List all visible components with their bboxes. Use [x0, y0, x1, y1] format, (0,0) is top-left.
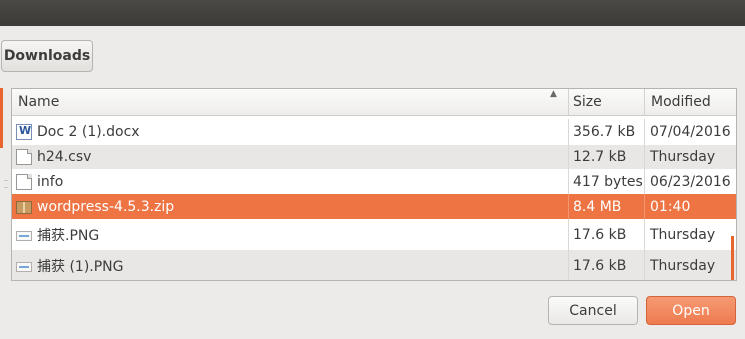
file-size: 8.4 MB — [568, 194, 644, 219]
sort-ascending-icon: ▲ — [550, 89, 557, 99]
file-size: 17.6 kB — [568, 250, 644, 280]
column-header-name[interactable]: Name — [12, 89, 568, 115]
image-file-icon — [16, 261, 32, 272]
file-row[interactable]: 捕获.PNG 17.6 kB Thursday — [12, 219, 736, 250]
file-modified: Thursday — [644, 250, 736, 280]
file-row[interactable]: 捕获 (1).PNG 17.6 kB Thursday — [12, 250, 736, 280]
file-row[interactable]: info 417 bytes 06/23/2016 — [12, 169, 736, 194]
file-modified: 01:40 — [644, 194, 736, 219]
file-modified: 06/23/2016 — [644, 169, 736, 194]
file-size: 417 bytes — [568, 169, 644, 194]
file-size: 12.7 kB — [568, 145, 644, 169]
word-document-icon — [16, 124, 32, 140]
file-modified: Thursday — [644, 219, 736, 250]
path-bar-downloads-button[interactable]: Downloads — [1, 40, 93, 72]
open-button[interactable]: Open — [646, 296, 736, 325]
image-file-icon — [16, 230, 32, 241]
file-list-header: Name ▲ Size Modified — [12, 89, 736, 116]
cancel-button[interactable]: Cancel — [548, 296, 638, 325]
file-list[interactable]: Name ▲ Size Modified Doc 2 (1).docx 356.… — [11, 88, 737, 281]
file-row-selected[interactable]: wordpress-4.5.3.zip 8.4 MB 01:40 — [12, 194, 736, 219]
column-header-size[interactable]: Size — [568, 89, 644, 115]
file-name: info — [37, 173, 64, 190]
file-size: 17.6 kB — [568, 219, 644, 250]
scrollbar-indicator[interactable] — [731, 236, 734, 280]
pane-resize-handle[interactable] — [4, 180, 8, 188]
file-modified: 07/04/2016 — [644, 119, 736, 145]
file-name: 捕获.PNG — [37, 227, 100, 244]
archive-icon — [16, 200, 32, 214]
column-header-modified[interactable]: Modified — [644, 89, 736, 115]
file-name: 捕获 (1).PNG — [37, 258, 124, 275]
file-row[interactable]: Doc 2 (1).docx 356.7 kB 07/04/2016 — [12, 119, 736, 145]
file-name: Doc 2 (1).docx — [37, 124, 140, 140]
file-modified: Thursday — [644, 145, 736, 169]
text-file-icon — [16, 149, 32, 165]
sidebar-selection-marker — [0, 88, 3, 148]
file-size: 356.7 kB — [568, 119, 644, 145]
file-name: wordpress-4.5.3.zip — [37, 198, 175, 215]
text-file-icon — [16, 173, 32, 190]
file-name: h24.csv — [37, 149, 92, 165]
file-row[interactable]: h24.csv 12.7 kB Thursday — [12, 145, 736, 169]
title-bar — [0, 0, 745, 26]
